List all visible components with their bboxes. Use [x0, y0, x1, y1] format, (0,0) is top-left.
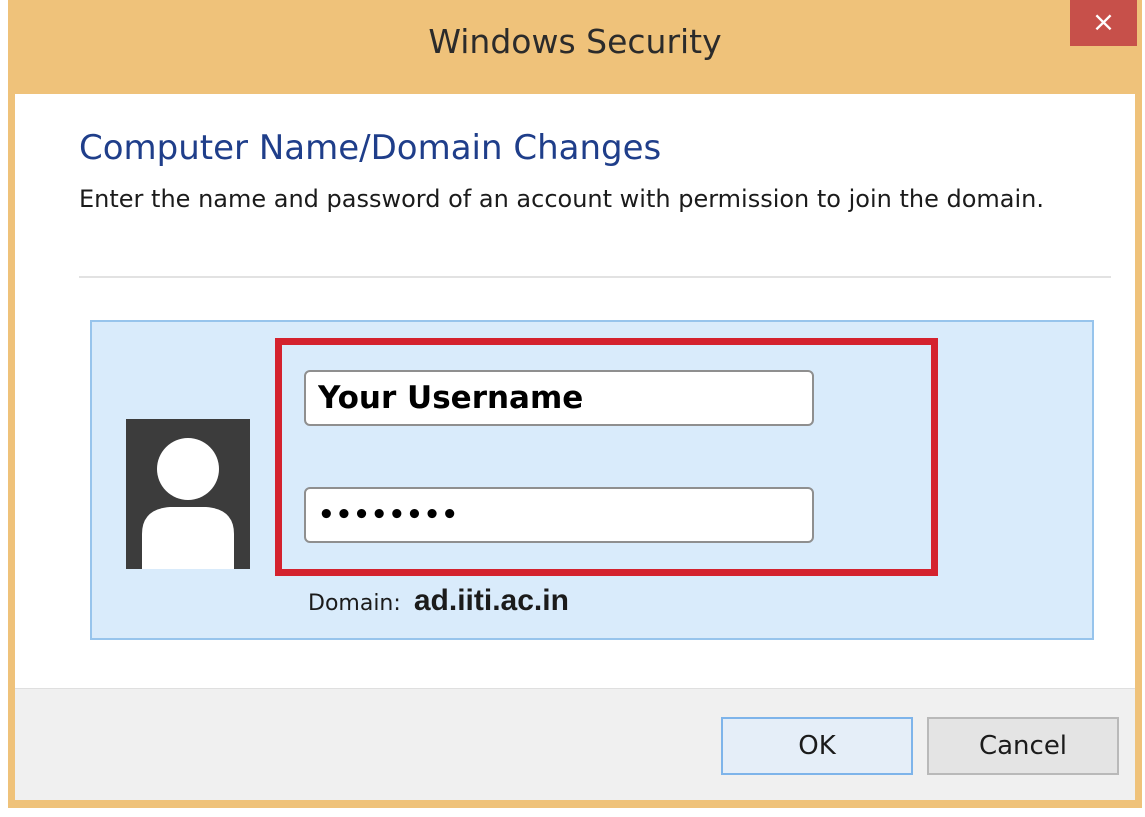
domain-row: Domain: ad.iiti.ac.in: [308, 584, 569, 618]
title-bar[interactable]: Windows Security ×: [8, 0, 1142, 94]
dialog-body: Computer Name/Domain Changes Enter the n…: [15, 94, 1135, 800]
window-title: Windows Security: [428, 22, 722, 61]
domain-label: Domain:: [308, 591, 401, 616]
credential-tile: Domain: ad.iiti.ac.in: [90, 320, 1094, 640]
ok-button[interactable]: OK: [721, 717, 913, 775]
instruction-text: Enter the name and password of an accoun…: [79, 185, 1045, 213]
domain-value: ad.iiti.ac.in: [413, 584, 569, 617]
dialog-heading: Computer Name/Domain Changes: [79, 128, 662, 168]
button-bar: OK Cancel: [15, 688, 1135, 800]
username-field[interactable]: [304, 370, 814, 426]
cancel-button[interactable]: Cancel: [927, 717, 1119, 775]
separator: [79, 276, 1111, 278]
close-button[interactable]: ×: [1070, 0, 1137, 46]
close-icon: ×: [1091, 5, 1116, 38]
user-silhouette-icon: [126, 419, 250, 569]
windows-security-dialog: Windows Security × Computer Name/Domain …: [8, 0, 1142, 808]
password-field[interactable]: [304, 487, 814, 543]
